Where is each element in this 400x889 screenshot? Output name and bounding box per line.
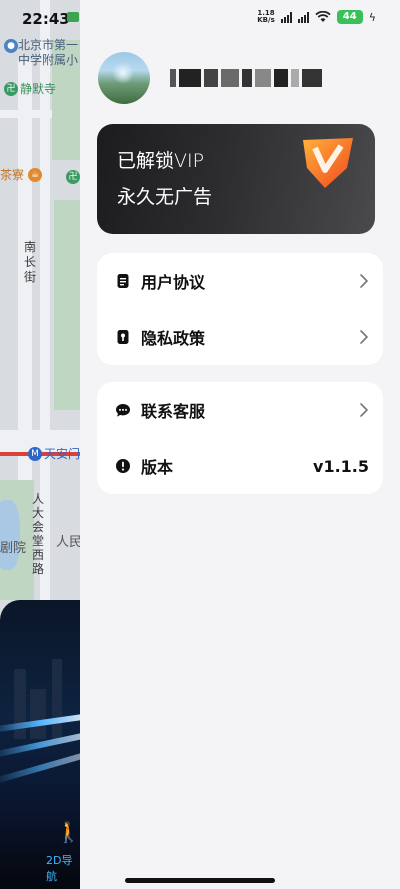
user-agreement-row[interactable]: 用户协议 xyxy=(97,253,383,309)
version-row: 版本 v1.1.5 xyxy=(97,438,383,494)
privacy-policy-label: 隐私政策 xyxy=(141,329,206,348)
map-label: 路 xyxy=(32,562,45,576)
background-map: 北京市第一 中学附属小 卍 静默寺 ● 茶寮 ☕ 卍 南 长 街 M 天安门 人… xyxy=(0,0,80,889)
vip-title: 已解锁VIP xyxy=(117,150,205,172)
network-speed-unit: KB/s xyxy=(257,16,275,24)
wifi-icon xyxy=(315,11,331,22)
map-label: 会 xyxy=(32,520,45,534)
charging-icon: ϟ xyxy=(368,10,376,24)
poi-icon: 卍 xyxy=(66,170,80,184)
chevron-right-icon xyxy=(360,403,368,417)
privacy-policy-row[interactable]: 隐私政策 xyxy=(97,309,383,365)
map-label: 堂 xyxy=(32,534,45,548)
contact-support-row[interactable]: 联系客服 xyxy=(97,382,383,438)
map-label: 南 xyxy=(24,240,37,254)
nav-mode-label: 2D导航 xyxy=(46,854,73,883)
menu-group-support: 联系客服 版本 v1.1.5 xyxy=(97,382,383,494)
map-label: 长 xyxy=(24,255,37,269)
map-label: 西 xyxy=(32,548,45,562)
info-circle-icon xyxy=(116,459,130,473)
signal-icon xyxy=(297,11,309,23)
status-time: 22:43 xyxy=(22,10,70,28)
walking-person-icon: 🚶 xyxy=(56,820,80,844)
map-label: 静默寺 xyxy=(20,82,57,96)
user-agreement-label: 用户协议 xyxy=(141,273,206,292)
vip-status-card[interactable]: 已解锁VIP 永久无广告 xyxy=(97,124,375,234)
map-label: 茶寮 xyxy=(0,168,25,182)
map-label: 街 xyxy=(24,270,37,284)
map-label: 大 xyxy=(32,506,45,520)
signal-icon xyxy=(280,11,292,23)
chevron-right-icon xyxy=(360,330,368,344)
map-label: 人 xyxy=(32,492,45,506)
map-label: 剧院 xyxy=(0,541,27,556)
map-label: 中学附属小 xyxy=(18,53,79,67)
notification-icon xyxy=(67,12,79,22)
home-indicator[interactable] xyxy=(125,878,275,883)
contact-support-label: 联系客服 xyxy=(141,402,206,421)
v-diamond-badge-icon xyxy=(303,138,353,188)
navigation-mode-card[interactable]: 🚶 2D导航 xyxy=(0,600,80,889)
battery-icon: 44 xyxy=(336,10,363,24)
chat-bubble-icon xyxy=(116,404,130,417)
version-value: v1.1.5 xyxy=(313,456,369,476)
avatar[interactable] xyxy=(98,52,150,104)
map-label: 天安门 xyxy=(44,447,80,461)
cafe-icon: ☕ xyxy=(28,168,42,182)
vip-subtitle: 永久无广告 xyxy=(117,186,213,208)
network-speed: 1.18 KB/s xyxy=(257,10,274,24)
school-icon: ● xyxy=(4,39,18,53)
side-drawer: 1.18 KB/s 44 ϟ 已解锁VIP 永久无广告 用户协议 隐私政策 联系… xyxy=(80,0,400,889)
version-label: 版本 xyxy=(141,458,174,477)
document-icon xyxy=(117,274,129,288)
privacy-lock-icon xyxy=(117,330,129,344)
username-redacted xyxy=(170,68,360,88)
status-bar-right: 1.18 KB/s 44 ϟ xyxy=(257,10,376,24)
subway-icon: M xyxy=(28,447,42,461)
menu-group-legal: 用户协议 隐私政策 xyxy=(97,253,383,365)
poi-icon: 卍 xyxy=(4,82,18,96)
chevron-right-icon xyxy=(360,274,368,288)
map-label: 北京市第一 xyxy=(18,38,79,52)
map-label: 人民 xyxy=(56,535,80,550)
user-profile[interactable] xyxy=(98,52,360,104)
